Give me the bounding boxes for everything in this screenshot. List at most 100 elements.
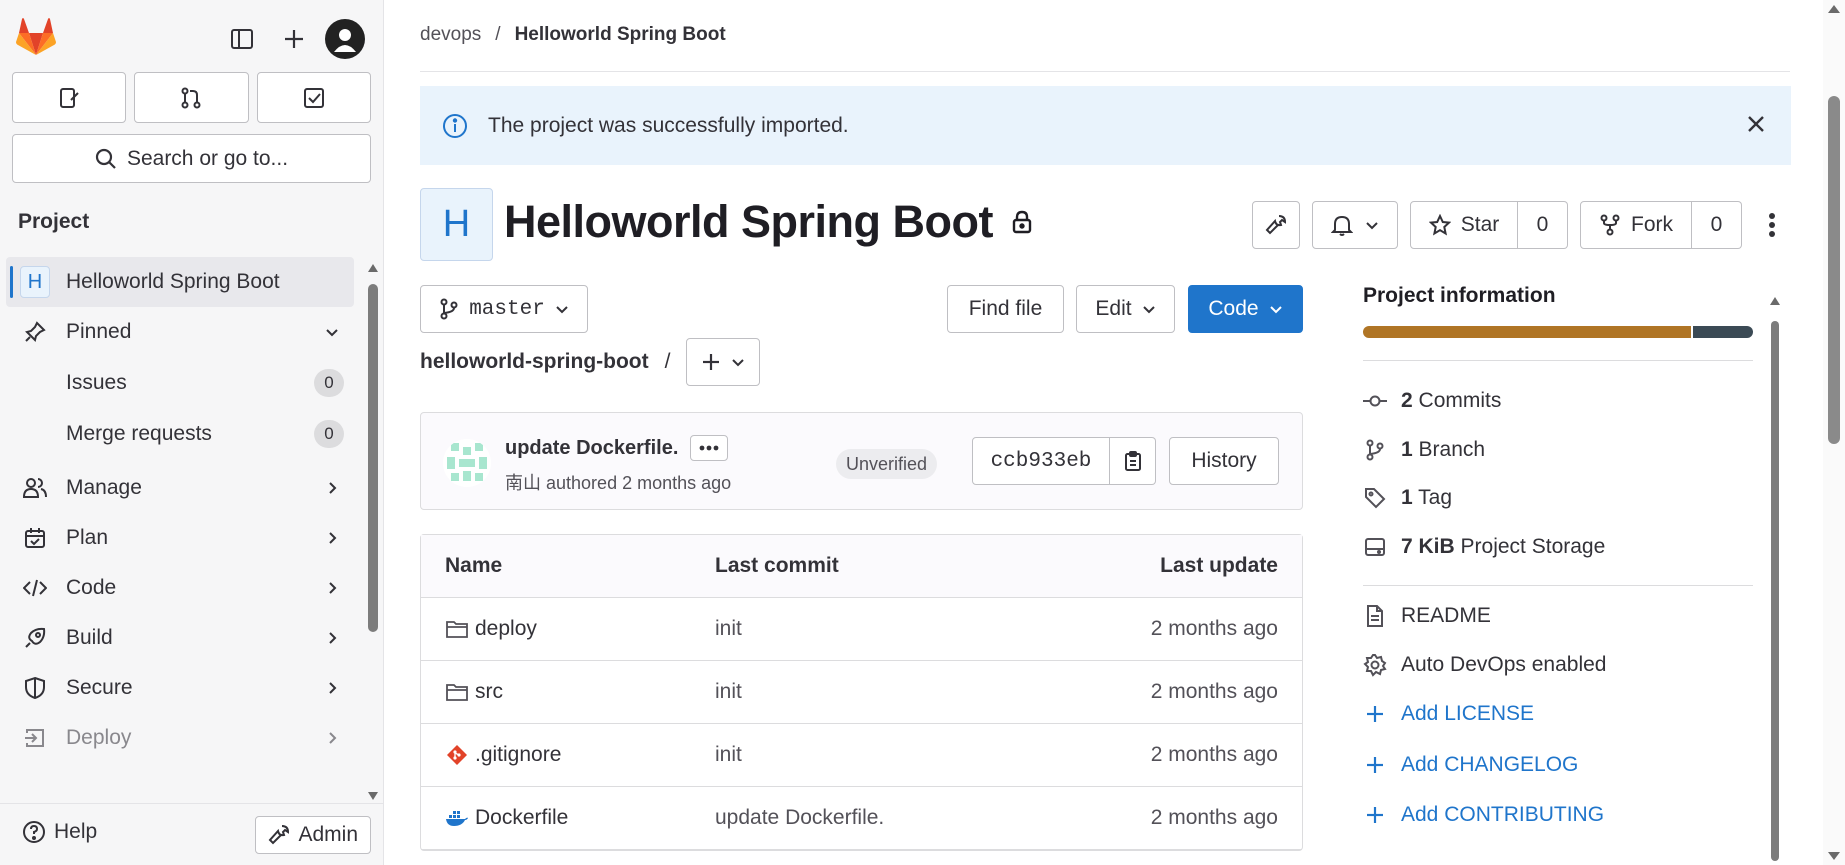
sidebar-item-build[interactable]: Build [6,613,354,663]
commit-meta-text: authored 2 months ago [546,473,732,493]
sidebar-item-secure[interactable]: Secure [6,663,354,713]
sidebar-item-merge-requests[interactable]: Merge requests 0 [6,408,354,459]
sidebar-item-project[interactable]: H Helloworld Spring Boot [6,257,354,307]
more-actions-icon[interactable] [1754,201,1790,249]
file-name-link[interactable]: src [475,680,503,704]
gitlab-logo-icon[interactable] [16,18,56,56]
success-alert: The project was successfully imported. [420,86,1791,165]
signature-badge[interactable]: Unverified [836,449,938,479]
scrollbar-thumb[interactable] [368,284,378,632]
add-license-link[interactable]: Add LICENSE [1363,689,1753,740]
search-button[interactable]: Search or go to... [12,134,371,183]
link-label: README [1401,604,1491,628]
table-row[interactable]: .gitignore init 2 months ago [421,724,1302,787]
sidebar-item-plan[interactable]: Plan [6,513,354,563]
add-changelog-link[interactable]: Add CHANGELOG [1363,740,1753,791]
readme-link[interactable]: README [1363,592,1753,641]
sidebar-item-issues[interactable]: Issues 0 [6,357,354,408]
tags-stat[interactable]: 1 Tag [1363,474,1753,523]
table-row[interactable]: src init 2 months ago [421,661,1302,724]
language-segment-secondary[interactable] [1692,326,1753,338]
sidebar-item-deploy[interactable]: Deploy [6,713,354,763]
star-label: Star [1460,213,1500,236]
file-name-link[interactable]: .gitignore [475,743,561,767]
row-updated: 2 months ago [1150,743,1278,766]
fork-button[interactable]: Fork [1580,201,1692,249]
breadcrumb: devops / Helloworld Spring Boot [420,24,726,46]
search-label: Search or go to... [126,146,289,170]
sidebar-item-manage[interactable]: Manage [6,463,354,513]
count-badge: 0 [314,368,344,397]
commits-stat[interactable]: 2 Commits [1363,377,1753,426]
branch-selector[interactable]: master [420,285,588,333]
merge-requests-shortcut-button[interactable] [134,72,249,123]
commit-author-link[interactable]: 南山 [505,473,541,493]
link-label: Add LICENSE [1401,702,1535,726]
help-label: Help [54,820,98,843]
author-avatar[interactable] [443,439,491,487]
info-panel-scrollbar[interactable] [1768,295,1782,861]
close-icon[interactable] [1745,113,1767,135]
sidebar-scrollbar[interactable] [366,262,378,800]
repo-root-link[interactable]: helloworld-spring-boot [420,350,649,374]
todos-shortcut-button[interactable] [256,72,371,123]
copy-sha-button[interactable] [1110,437,1156,485]
fork-count[interactable]: 0 [1692,201,1742,249]
table-row[interactable]: deploy init 2 months ago [421,598,1302,661]
branches-stat[interactable]: 1 Branch [1363,426,1753,475]
commit-sha[interactable]: ccb933eb [972,437,1110,485]
language-bar[interactable] [1363,326,1753,338]
auto-devops-link[interactable]: Auto DevOps enabled [1363,641,1753,690]
toggle-commit-description-button[interactable] [690,435,729,461]
sidebar-item-label: Manage [66,476,142,499]
issues-shortcut-button[interactable] [12,72,127,123]
repo-path: helloworld-spring-boot / [420,338,761,386]
sidebar: Search or go to... Project H Helloworld … [0,0,384,865]
docker-icon [445,808,469,828]
file-name-link[interactable]: deploy [475,617,537,641]
language-segment-primary[interactable] [1363,326,1691,338]
folder-icon [445,682,469,702]
user-avatar[interactable] [325,19,365,59]
settings-button[interactable] [1252,201,1300,249]
project-actions: Star 0 Fork 0 [1252,201,1790,249]
collapse-sidebar-icon[interactable] [221,18,263,60]
plus-icon[interactable] [273,18,315,60]
table-row[interactable]: Dockerfile update Dockerfile. 2 months a… [421,787,1302,850]
scrollbar-thumb[interactable] [1828,96,1840,444]
add-file-dropdown[interactable] [686,338,761,386]
sidebar-item-code[interactable]: Code [6,563,354,613]
row-commit-link[interactable]: update Dockerfile. [715,806,1042,830]
star-button[interactable]: Star [1410,201,1518,249]
project-information-panel: Project information 2 Commits 1 Branch 1… [1363,284,1753,841]
sidebar-item-label: Plan [66,526,109,549]
commit-title-link[interactable]: update Dockerfile. [505,437,678,460]
sidebar-footer: Help Admin [0,803,383,865]
chevron-down-icon [1269,302,1283,316]
document-icon [1363,604,1387,628]
row-commit-link[interactable]: init [715,680,1042,704]
edit-dropdown[interactable]: Edit [1076,285,1175,333]
sidebar-item-label: Code [66,576,117,599]
history-button[interactable]: History [1169,437,1279,485]
page-scrollbar[interactable] [1823,0,1845,865]
breadcrumb-current[interactable]: Helloworld Spring Boot [515,24,726,46]
scrollbar-thumb[interactable] [1771,321,1779,861]
file-name-link[interactable]: Dockerfile [475,806,568,830]
find-file-button[interactable]: Find file [947,285,1064,333]
admin-button[interactable]: Admin [255,816,371,854]
storage-stat[interactable]: 7 KiB Project Storage [1363,523,1753,572]
notifications-dropdown[interactable] [1312,201,1398,249]
code-dropdown[interactable]: Code [1188,285,1303,333]
help-button[interactable]: Help [22,820,97,844]
sidebar-item-pinned[interactable]: Pinned [6,307,354,357]
sidebar-item-label: Secure [66,676,133,699]
breadcrumb-group-link[interactable]: devops [420,24,481,46]
star-count[interactable]: 0 [1518,201,1568,249]
chevron-right-icon [324,680,340,696]
row-commit-link[interactable]: init [715,617,1042,641]
link-label: Add CONTRIBUTING [1401,803,1605,827]
row-commit-link[interactable]: init [715,743,1042,767]
fork-label: Fork [1631,213,1673,236]
add-contributing-link[interactable]: Add CONTRIBUTING [1363,790,1753,841]
